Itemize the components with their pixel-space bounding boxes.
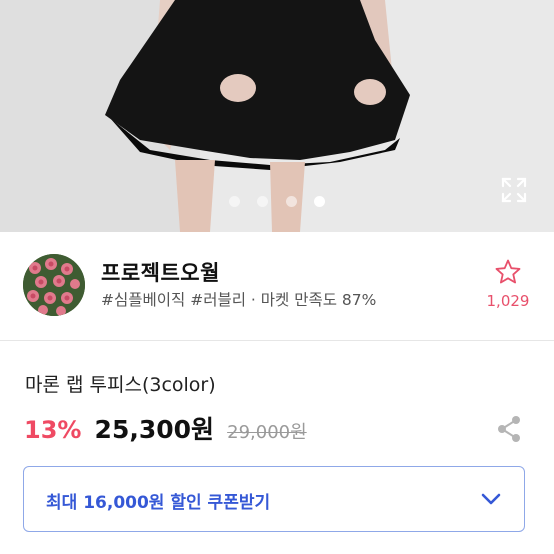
expand-icon[interactable]	[500, 176, 528, 204]
gallery-dot-active[interactable]	[313, 196, 325, 207]
coupon-label: 최대 16,000원 할인 쿠폰받기	[46, 493, 271, 513]
favorite-count: 1,029	[486, 292, 530, 310]
product-image-gallery[interactable]	[0, 0, 554, 232]
share-icon[interactable]	[496, 415, 522, 443]
favorite-button[interactable]: 1,029	[482, 258, 534, 310]
sale-price: 25,300원	[94, 415, 215, 444]
product-title: 마론 랩 투피스(3color)	[25, 374, 216, 396]
store-info: 프로젝트오월 #심플베이직 #러블리 · 마켓 만족도 87% 1,029	[0, 232, 554, 340]
gallery-dot[interactable]	[285, 196, 297, 207]
star-outline-icon	[495, 259, 521, 284]
price-row: 13% 25,300원 29,000원	[24, 410, 307, 444]
store-tags: #심플베이직 #러블리 · 마켓 만족도 87%	[101, 291, 377, 309]
store-avatar[interactable]	[23, 254, 85, 316]
coupon-button[interactable]: 최대 16,000원 할인 쿠폰받기	[23, 466, 525, 532]
original-price: 29,000원	[227, 422, 307, 443]
section-divider	[0, 340, 554, 341]
discount-rate: 13%	[24, 416, 82, 444]
chevron-down-icon	[481, 493, 501, 505]
store-name[interactable]: 프로젝트오월	[101, 257, 220, 287]
gallery-pagination	[0, 191, 554, 207]
